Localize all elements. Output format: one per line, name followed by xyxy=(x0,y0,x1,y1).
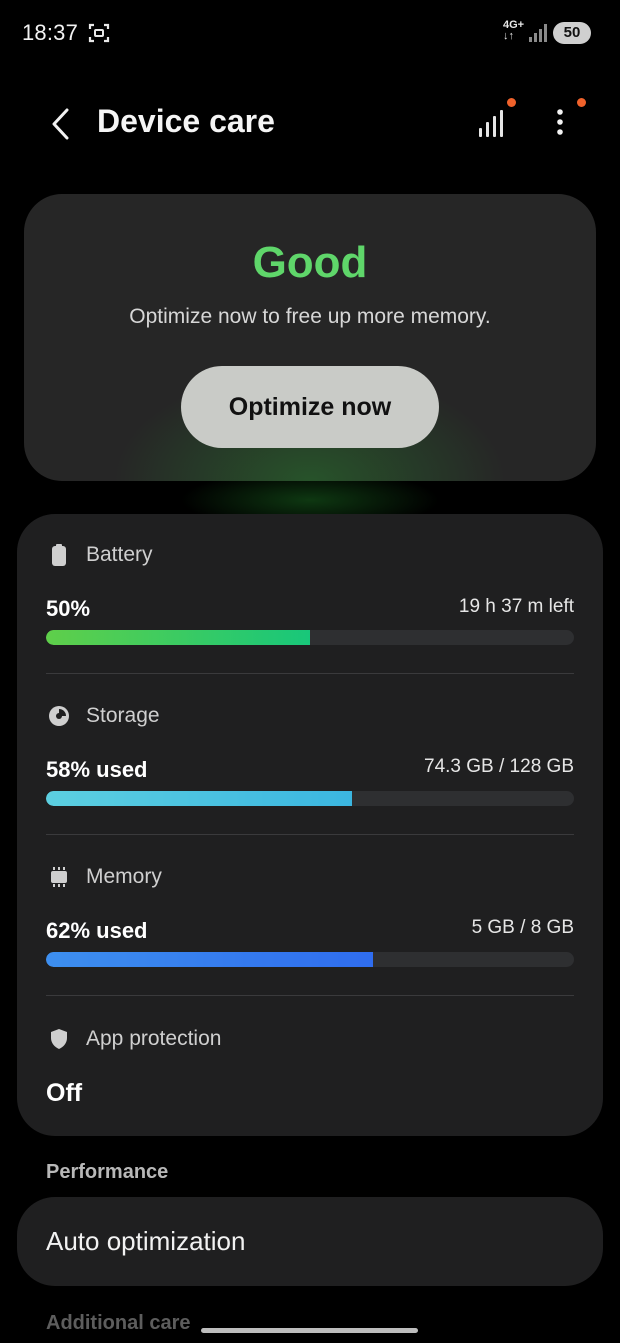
chevron-left-icon xyxy=(52,108,69,140)
chip-icon xyxy=(48,866,70,888)
memory-row[interactable]: Memory 62% used 5 GB / 8 GB xyxy=(17,862,603,1002)
memory-label: Memory xyxy=(86,865,162,888)
app-protection-label: App protection xyxy=(86,1027,222,1050)
app-protection-value: Off xyxy=(46,1079,83,1107)
memory-progress-bar xyxy=(46,952,574,967)
battery-row[interactable]: Battery 50% 19 h 37 m left xyxy=(17,540,603,680)
device-status-message: Optimize now to free up more memory. xyxy=(129,305,491,328)
status-bar: 18:37 4G+ ↓↑ 50 xyxy=(0,0,620,66)
status-time: 18:37 xyxy=(22,20,79,45)
battery-label: Battery xyxy=(86,543,153,566)
storage-row[interactable]: Storage 58% used 74.3 GB / 128 GB xyxy=(17,701,603,841)
back-button[interactable] xyxy=(40,100,80,148)
additional-care-section-label: Additional care xyxy=(46,1312,191,1334)
battery-time-left: 19 h 37 m left xyxy=(458,596,574,617)
optimize-now-button[interactable]: Optimize now xyxy=(181,366,439,448)
battery-icon xyxy=(48,544,70,566)
home-indicator[interactable] xyxy=(201,1328,418,1333)
screenshot-icon xyxy=(88,23,110,43)
notification-dot xyxy=(507,98,516,107)
shield-icon xyxy=(48,1028,70,1050)
storage-capacity: 74.3 GB / 128 GB xyxy=(424,756,574,777)
page-title: Device care xyxy=(97,103,275,139)
performance-section-label: Performance xyxy=(46,1161,169,1183)
storage-value: 58% used xyxy=(46,757,148,782)
battery-level-badge: 50 xyxy=(553,22,591,44)
divider xyxy=(46,834,574,835)
memory-capacity: 5 GB / 8 GB xyxy=(471,917,574,938)
storage-label: Storage xyxy=(86,704,160,727)
stats-button[interactable] xyxy=(474,98,518,144)
battery-value: 50% xyxy=(46,596,91,621)
battery-progress-bar xyxy=(46,630,574,645)
auto-optimization-item[interactable]: Auto optimization xyxy=(17,1197,603,1286)
notification-dot xyxy=(577,98,586,107)
storage-progress-bar xyxy=(46,791,574,806)
signal-icon xyxy=(529,24,547,42)
battery-progress-fill xyxy=(46,630,310,645)
device-status-text: Good xyxy=(252,238,368,287)
storage-progress-fill xyxy=(46,791,353,806)
device-metrics-card: Battery 50% 19 h 37 m left Storage 58% u… xyxy=(17,514,603,1136)
device-status-card: Good Optimize now to free up more memory… xyxy=(24,194,596,481)
memory-progress-fill xyxy=(46,952,374,967)
pie-chart-icon xyxy=(48,705,70,727)
divider xyxy=(46,673,574,674)
app-protection-row[interactable]: App protection Off xyxy=(17,1024,603,1124)
network-type-label: 4G+ ↓↑ xyxy=(503,19,525,42)
divider xyxy=(46,995,574,996)
more-options-button[interactable] xyxy=(542,98,586,144)
memory-value: 62% used xyxy=(46,918,148,943)
